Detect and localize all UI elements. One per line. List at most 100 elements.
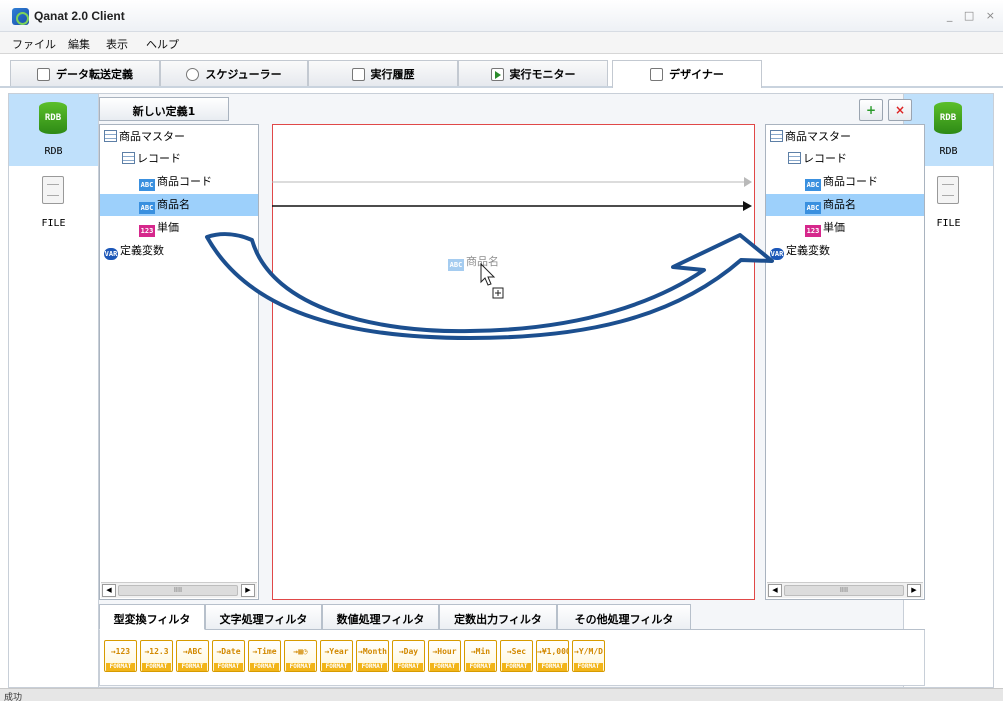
tree-item-field-selected[interactable]: ABC 商品名 <box>766 194 924 216</box>
filter-to-date-button[interactable]: →Date FORMAT <box>212 640 245 672</box>
filter-label: →¥1,000 <box>537 647 569 656</box>
number-type-icon: 123 <box>805 225 821 237</box>
string-type-icon: ABC <box>448 259 464 271</box>
filter-to-string-button[interactable]: →ABC FORMAT <box>176 640 209 672</box>
filter-to-second-button[interactable]: →Sec FORMAT <box>500 640 533 672</box>
history-icon <box>351 68 365 81</box>
file-icon <box>937 176 959 204</box>
tab-history[interactable]: 実行履歴 <box>308 60 458 86</box>
tab-label: データ転送定義 <box>56 68 133 81</box>
source-file-item[interactable]: FILE <box>9 166 98 238</box>
mapping-canvas[interactable] <box>272 124 755 600</box>
app-logo-icon <box>12 8 29 25</box>
drag-ghost-label: 商品名 <box>466 255 499 268</box>
title-bar: Qanat 2.0 Client _ □ × <box>0 0 1003 32</box>
file-icon <box>42 176 64 204</box>
tree-item-field[interactable]: ABC 商品コード <box>766 171 924 193</box>
filter-to-decimal-button[interactable]: →12.3 FORMAT <box>140 640 173 672</box>
tree-label: レコード <box>137 152 181 165</box>
menu-file[interactable]: ファイル <box>12 36 56 52</box>
tab-designer[interactable]: デザイナー <box>612 60 762 88</box>
format-badge: FORMAT <box>142 663 171 671</box>
tree-label: 定義変数 <box>120 244 164 257</box>
tree-item-field[interactable]: 123 単価 <box>100 217 258 239</box>
filter-to-year-button[interactable]: →Year FORMAT <box>320 640 353 672</box>
format-badge: FORMAT <box>538 663 567 671</box>
tab-monitor[interactable]: 実行モニター <box>458 60 608 86</box>
tree-label: 商品マスター <box>785 130 851 143</box>
tab-string-filter[interactable]: 文字処理フィルタ <box>205 604 322 630</box>
menu-edit[interactable]: 編集 <box>68 36 90 52</box>
tree-label: 商品コード <box>157 175 212 188</box>
designer-icon <box>650 68 664 81</box>
window-controls[interactable]: _ □ × <box>947 9 999 22</box>
tree-item-table[interactable]: 商品マスター <box>766 126 924 148</box>
string-type-icon: ABC <box>805 179 821 191</box>
table-icon <box>770 130 783 142</box>
menu-view[interactable]: 表示 <box>106 36 128 52</box>
main-tab-bar: データ転送定義 スケジューラー 実行履歴 実行モニター デザイナー <box>0 56 1003 88</box>
tab-other-filter[interactable]: その他処理フィルタ <box>557 604 691 630</box>
filter-label: →12.3 <box>144 647 169 656</box>
filter-to-currency-button[interactable]: →¥1,000 FORMAT <box>536 640 569 672</box>
filter-label: →Month <box>358 647 387 656</box>
variable-icon: VAR <box>770 248 784 260</box>
scroll-thumb[interactable]: IIII <box>118 585 238 596</box>
filter-to-datetime-button[interactable]: →▦◷ FORMAT <box>284 640 317 672</box>
format-badge: FORMAT <box>286 663 315 671</box>
delete-icon: × <box>894 103 906 117</box>
filter-to-month-button[interactable]: →Month FORMAT <box>356 640 389 672</box>
source-tree-panel: 商品マスター レコード ABC 商品コード ABC 商品名 123 単価 VAR 定義変… <box>99 124 259 600</box>
filter-label: →Sec <box>506 647 527 656</box>
filter-to-time-button[interactable]: →Time FORMAT <box>248 640 281 672</box>
filter-label: →123 <box>110 647 131 656</box>
string-type-icon: ABC <box>805 202 821 214</box>
filter-label: →Day <box>398 647 419 656</box>
tab-numeric-filter[interactable]: 数値処理フィルタ <box>322 604 439 630</box>
tree-item-field-selected[interactable]: ABC 商品名 <box>100 194 258 216</box>
format-badge: FORMAT <box>430 663 459 671</box>
scroll-right-icon[interactable]: ▶ <box>907 584 921 597</box>
format-badge: FORMAT <box>214 663 243 671</box>
tab-type-conversion-filter[interactable]: 型変換フィルタ <box>99 604 205 630</box>
tree-item-variables[interactable]: VAR 定義変数 <box>766 240 924 262</box>
horizontal-scrollbar[interactable]: ◀ IIII ▶ <box>767 582 923 598</box>
filter-to-date-format-button[interactable]: →Y/M/D FORMAT <box>572 640 605 672</box>
tree-item-record[interactable]: レコード <box>766 148 924 170</box>
filter-to-hour-button[interactable]: →Hour FORMAT <box>428 640 461 672</box>
designer-workarea: RDB RDB FILE RDB RDB FILE 新しい定義1 + × 商品マ… <box>8 93 994 688</box>
tree-item-field[interactable]: 123 単価 <box>766 217 924 239</box>
sidebar-label: RDB <box>44 146 63 157</box>
tab-label: デザイナー <box>669 68 724 81</box>
tree-item-record[interactable]: レコード <box>100 148 258 170</box>
scroll-left-icon[interactable]: ◀ <box>102 584 116 597</box>
filter-tab-bar: 型変換フィルタ 文字処理フィルタ 数値処理フィルタ 定数出力フィルタ その他処理… <box>99 604 925 630</box>
tab-scheduler[interactable]: スケジューラー <box>160 60 308 86</box>
scroll-left-icon[interactable]: ◀ <box>768 584 782 597</box>
status-bar: 成功 <box>0 688 1003 703</box>
filter-palette: →123 FORMAT →12.3 FORMAT →ABC FORMAT →Date F… <box>99 630 925 686</box>
tab-transfer-definition[interactable]: データ転送定義 <box>10 60 160 86</box>
tree-label: 定義変数 <box>786 244 830 257</box>
delete-definition-button[interactable]: × <box>888 99 912 121</box>
format-badge: FORMAT <box>106 663 135 671</box>
filter-to-minute-button[interactable]: →Min FORMAT <box>464 640 497 672</box>
format-badge: FORMAT <box>502 663 531 671</box>
filter-label: →Hour <box>432 647 457 656</box>
add-definition-button[interactable]: + <box>859 99 883 121</box>
horizontal-scrollbar[interactable]: ◀ IIII ▶ <box>101 582 257 598</box>
scroll-right-icon[interactable]: ▶ <box>241 584 255 597</box>
tree-item-field[interactable]: ABC 商品コード <box>100 171 258 193</box>
filter-to-integer-button[interactable]: →123 FORMAT <box>104 640 137 672</box>
filter-label: →Min <box>470 647 491 656</box>
scroll-thumb[interactable]: IIII <box>784 585 904 596</box>
tab-constant-filter[interactable]: 定数出力フィルタ <box>439 604 557 630</box>
menu-help[interactable]: ヘルプ <box>146 36 179 52</box>
source-rdb-item[interactable]: RDB RDB <box>9 94 98 166</box>
format-badge: FORMAT <box>178 663 207 671</box>
tree-item-table[interactable]: 商品マスター <box>100 126 258 148</box>
tree-item-variables[interactable]: VAR 定義変数 <box>100 240 258 262</box>
filter-to-day-button[interactable]: →Day FORMAT <box>392 640 425 672</box>
filter-label: →ABC <box>182 647 203 656</box>
definition-tab[interactable]: 新しい定義1 <box>99 97 229 121</box>
